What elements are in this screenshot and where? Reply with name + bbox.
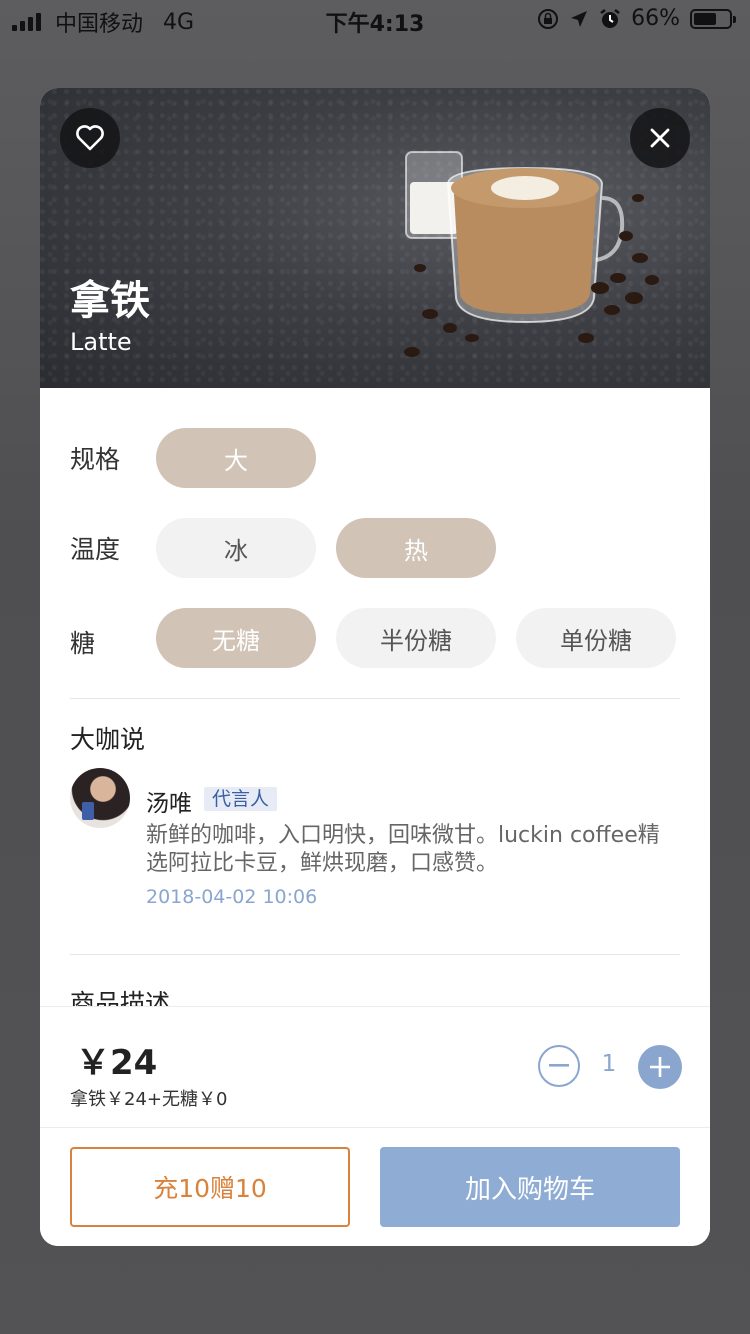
decrease-quantity-button[interactable] bbox=[538, 1045, 580, 1087]
alarm-icon bbox=[600, 8, 620, 28]
option-label: 糖 bbox=[70, 629, 96, 658]
battery-icon bbox=[690, 8, 736, 29]
product-hero-image: 拿铁 Latte bbox=[40, 88, 710, 388]
chip-size-large[interactable]: 大 bbox=[156, 428, 316, 488]
chip-sugar-full[interactable]: 单份糖 bbox=[516, 608, 676, 668]
comment-author: 汤唯 bbox=[146, 791, 192, 817]
increase-quantity-button[interactable] bbox=[638, 1045, 682, 1089]
product-name-en: Latte bbox=[70, 328, 132, 356]
option-label: 规格 bbox=[70, 445, 121, 474]
battery-percent: 66% bbox=[631, 6, 680, 31]
location-icon bbox=[571, 10, 588, 27]
author-tag-badge: 代言人 bbox=[204, 787, 278, 811]
add-to-cart-button[interactable]: 加入购物车 bbox=[380, 1147, 680, 1227]
option-row-sugar: 糖 无糖 半份糖 单份糖 bbox=[70, 608, 680, 668]
option-row-temperature: 温度 冰 热 bbox=[70, 518, 680, 578]
status-bar: 中国移动 4G 下午4:13 66% bbox=[0, 0, 750, 40]
comment-timestamp: 2018-04-02 10:06 bbox=[146, 886, 318, 908]
heart-icon bbox=[76, 125, 104, 151]
option-label: 温度 bbox=[70, 535, 121, 564]
avatar bbox=[70, 768, 130, 828]
divider bbox=[70, 698, 680, 699]
chip-sugar-none[interactable]: 无糖 bbox=[156, 608, 316, 668]
close-icon bbox=[650, 128, 670, 148]
chip-temp-ice[interactable]: 冰 bbox=[156, 518, 316, 578]
chip-temp-hot[interactable]: 热 bbox=[336, 518, 496, 578]
plus-icon bbox=[650, 1057, 670, 1077]
latte-photo bbox=[404, 151, 659, 357]
chip-sugar-half[interactable]: 半份糖 bbox=[336, 608, 496, 668]
product-name: 拿铁 bbox=[70, 278, 150, 324]
favorite-button[interactable] bbox=[60, 108, 120, 168]
product-detail-modal: 拿铁 Latte 规格 大 温度 冰 热 糖 无糖 半份糖 单份糖 大咖说 汤唯… bbox=[40, 88, 710, 1246]
comment-text: 新鲜的咖啡，入口明快，回味微甘。luckin coffee精选阿拉比卡豆，鲜烘现… bbox=[146, 823, 660, 876]
lock-rotation-icon bbox=[538, 8, 559, 29]
recharge-promo-button[interactable]: 充10赠10 bbox=[70, 1147, 350, 1227]
price-breakdown: 拿铁￥24+无糖￥0 bbox=[70, 1089, 228, 1110]
total-price: ￥24 bbox=[76, 1043, 158, 1083]
divider bbox=[70, 954, 680, 955]
quantity-value: 1 bbox=[601, 1051, 617, 1077]
minus-icon bbox=[549, 1064, 569, 1067]
divider bbox=[40, 1127, 710, 1128]
comment-section-title: 大咖说 bbox=[70, 725, 146, 754]
close-button[interactable] bbox=[630, 108, 690, 168]
order-footer: ￥24 拿铁￥24+无糖￥0 1 充10赠10 加入购物车 bbox=[40, 1006, 710, 1246]
option-row-size: 规格 大 bbox=[70, 428, 680, 488]
